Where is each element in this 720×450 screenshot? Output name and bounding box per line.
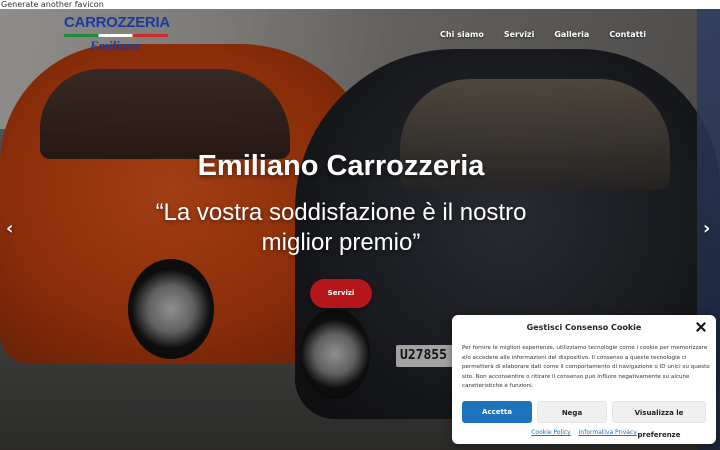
accept-button[interactable]: Accetta — [462, 401, 532, 423]
cookie-title: Gestisci Consenso Cookie — [526, 323, 642, 332]
nav-item-contatti[interactable]: Contatti — [609, 30, 646, 39]
hero-subtitle: “La vostra soddisfazione è il nostro mig… — [155, 199, 527, 256]
cookie-policy-link[interactable]: Cookie Policy — [531, 429, 571, 436]
logo-italian-flag-stripe — [64, 34, 168, 37]
favicon-note: Generate another favicon — [1, 0, 104, 9]
hero-title: Emiliano Carrozzeria — [197, 150, 485, 182]
site-logo[interactable]: CARROZZERIA Emiliano — [64, 14, 174, 54]
privacy-policy-link[interactable]: Informativa Privacy — [579, 429, 637, 436]
slider-prev-icon[interactable]: ‹ — [6, 218, 13, 239]
nav-item-galleria[interactable]: Galleria — [554, 30, 589, 39]
cookie-consent-banner: Gestisci Consenso Cookie Per fornire le … — [452, 315, 716, 444]
servizi-button[interactable]: Servizi — [310, 279, 372, 308]
logo-wordmark: CARROZZERIA — [64, 14, 170, 31]
cookie-links: Cookie Policy Informativa Privacy — [452, 429, 716, 436]
close-icon[interactable] — [694, 320, 708, 334]
main-nav: Chi siamo Servizi Galleria Contatti — [420, 30, 646, 39]
logo-subtitle: Emiliano — [90, 38, 140, 53]
cookie-description: Per fornire le migliori esperienze, util… — [462, 345, 710, 389]
deny-button[interactable]: Nega — [537, 401, 607, 423]
preferences-button[interactable]: Visualizza le preferenze — [612, 401, 706, 439]
slider-next-icon[interactable]: › — [703, 218, 710, 239]
nav-item-chi-siamo[interactable]: Chi siamo — [440, 30, 484, 39]
nav-item-servizi[interactable]: Servizi — [504, 30, 535, 39]
